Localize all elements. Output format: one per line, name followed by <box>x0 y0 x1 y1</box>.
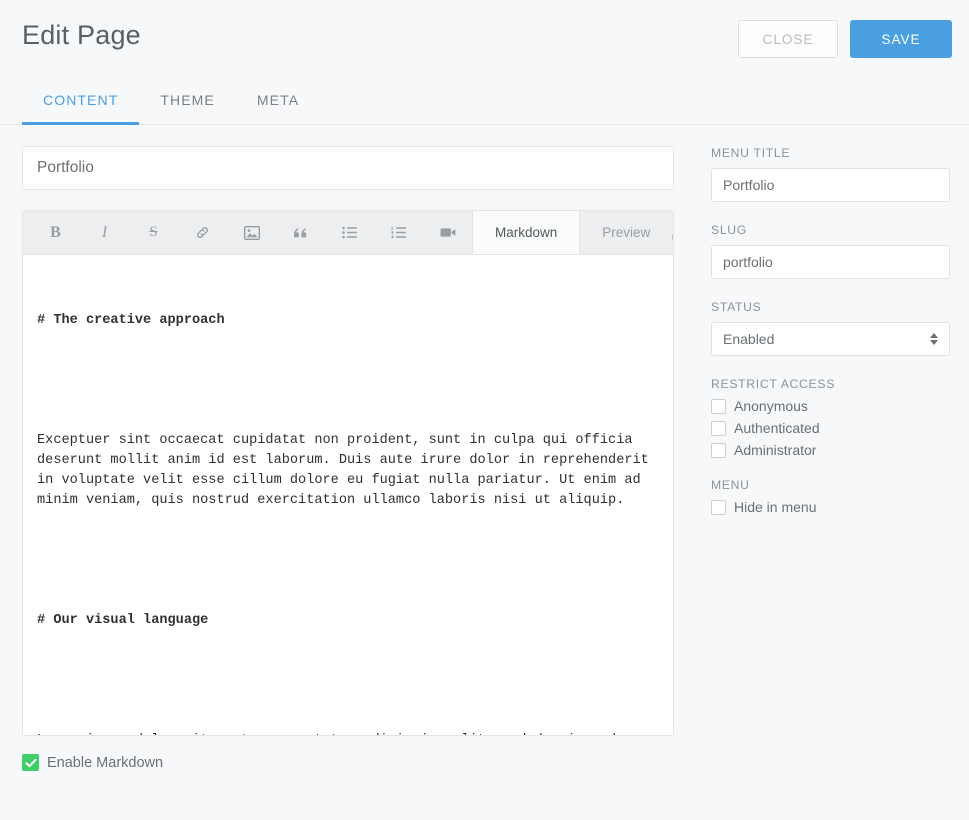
checkbox-hide-in-menu[interactable]: Hide in menu <box>711 499 950 515</box>
close-button[interactable]: CLOSE <box>738 20 838 58</box>
menu-group: MENU Hide in menu <box>711 478 950 515</box>
slug-input[interactable]: portfolio <box>711 245 950 279</box>
checkbox-unchecked-icon <box>711 420 726 436</box>
status-value: Enabled <box>723 331 775 347</box>
checkbox-hide-in-menu-label: Hide in menu <box>734 499 817 515</box>
edit-page-screen: Edit Page CLOSE SAVE CONTENT THEME META … <box>0 0 969 820</box>
checkbox-authenticated[interactable]: Authenticated <box>711 420 950 436</box>
page-title: Edit Page <box>22 20 141 50</box>
menu-group-label: MENU <box>711 478 750 492</box>
content-column: Portfolio B I S Markdown Preview # The c… <box>22 146 674 771</box>
ordered-list-icon[interactable] <box>374 211 423 255</box>
expand-icon[interactable] <box>672 211 673 254</box>
italic-icon[interactable]: I <box>80 211 129 255</box>
restrict-access-group: RESTRICT ACCESS Anonymous Authenticated … <box>711 377 950 458</box>
checkbox-administrator[interactable]: Administrator <box>711 442 950 458</box>
markdown-editor: B I S Markdown Preview # The creative ap… <box>22 210 674 736</box>
checkbox-unchecked-icon <box>711 398 726 414</box>
quote-icon[interactable] <box>276 211 325 255</box>
markdown-blank-line <box>37 671 659 691</box>
page-title-input-value: Portfolio <box>37 159 94 176</box>
checkbox-administrator-label: Administrator <box>734 442 817 458</box>
checkbox-anonymous[interactable]: Anonymous <box>711 398 950 414</box>
slug-field: SLUG portfolio <box>711 223 950 279</box>
enable-markdown-label: Enable Markdown <box>47 754 164 771</box>
markdown-source: # The creative approach Exceptuer sint o… <box>37 271 659 735</box>
settings-sidebar: MENU TITLE Portfolio SLUG portfolio STAT… <box>711 146 950 535</box>
editor-mode-preview[interactable]: Preview <box>579 211 672 254</box>
strikethrough-icon[interactable]: S <box>129 211 178 255</box>
checkbox-unchecked-icon <box>711 499 726 515</box>
unordered-list-icon[interactable] <box>325 211 374 255</box>
main-area: Portfolio B I S Markdown Preview # The c… <box>0 125 969 820</box>
editor-tool-group: B I S <box>23 211 472 254</box>
save-button[interactable]: SAVE <box>850 20 952 58</box>
checkbox-anonymous-label: Anonymous <box>734 398 808 414</box>
markdown-paragraph-1: Exceptuer sint occaecat cupidatat non pr… <box>37 433 657 508</box>
tab-bar: CONTENT THEME META <box>0 76 969 125</box>
editor-mode-markdown[interactable]: Markdown <box>472 211 580 254</box>
menu-title-label: MENU TITLE <box>711 146 791 160</box>
slug-label: SLUG <box>711 223 747 237</box>
image-icon[interactable] <box>227 211 276 255</box>
page-header: Edit Page CLOSE SAVE <box>0 0 969 76</box>
editor-textarea[interactable]: # The creative approach Exceptuer sint o… <box>23 255 673 735</box>
page-title-input[interactable]: Portfolio <box>22 146 674 190</box>
markdown-blank-line <box>37 371 659 391</box>
tab-meta[interactable]: META <box>236 76 320 124</box>
markdown-blank-line <box>37 551 659 571</box>
bold-icon[interactable]: B <box>31 211 80 255</box>
select-updown-icon <box>930 333 938 345</box>
status-select[interactable]: Enabled <box>711 322 950 356</box>
markdown-paragraph-2: Lorem ipsum dolor sit amet, consectetur … <box>37 731 659 735</box>
header-actions: CLOSE SAVE <box>738 20 952 58</box>
markdown-line-heading-2: # Our visual language <box>37 613 209 628</box>
tab-content[interactable]: CONTENT <box>22 76 140 125</box>
checkbox-authenticated-label: Authenticated <box>734 420 820 436</box>
tab-theme[interactable]: THEME <box>139 76 236 124</box>
menu-title-value: Portfolio <box>723 177 775 193</box>
restrict-access-label: RESTRICT ACCESS <box>711 377 836 391</box>
editor-toolbar: B I S Markdown Preview <box>23 211 673 255</box>
checkbox-unchecked-icon <box>711 442 726 458</box>
status-field: STATUS Enabled <box>711 300 950 356</box>
status-label: STATUS <box>711 300 762 314</box>
enable-markdown-checkbox[interactable]: Enable Markdown <box>22 754 674 771</box>
menu-title-field: MENU TITLE Portfolio <box>711 146 950 202</box>
video-icon[interactable] <box>423 211 472 255</box>
slug-value: portfolio <box>723 254 773 270</box>
markdown-line-heading-1: # The creative approach <box>37 313 225 328</box>
checkbox-checked-icon <box>22 754 39 771</box>
menu-title-input[interactable]: Portfolio <box>711 168 950 202</box>
link-icon[interactable] <box>178 211 227 255</box>
